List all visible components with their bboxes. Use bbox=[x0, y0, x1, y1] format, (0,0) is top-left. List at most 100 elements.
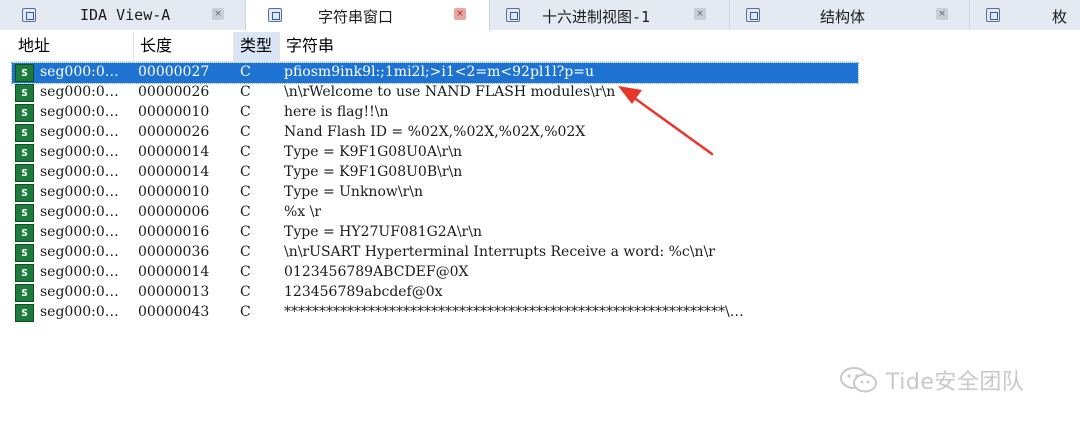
cell-address: seg000:0… bbox=[40, 204, 119, 220]
string-type-icon: s bbox=[15, 144, 34, 162]
tab-ida-view-a[interactable]: IDA View-A × bbox=[0, 0, 246, 30]
string-type-icon: s bbox=[15, 64, 34, 82]
cell-type: C bbox=[240, 164, 251, 180]
tab-structures[interactable]: 结构体 × bbox=[730, 0, 970, 30]
table-row[interactable]: s seg000:0… 00000014 C Type = K9F1G08U0B\r\n bbox=[12, 163, 858, 183]
string-type-icon: s bbox=[15, 184, 34, 202]
tab-label: 十六进制视图-1 bbox=[542, 8, 651, 26]
strings-table: 地址 长度 类型 字符串 s seg000:0… 00000027 Cpfiosm9i… bbox=[11, 32, 859, 323]
cell-string: %x \r bbox=[284, 204, 322, 220]
cell-string: Type = HY27UF081G2A\r\n bbox=[284, 224, 482, 240]
string-type-icon: s bbox=[15, 224, 34, 242]
cell-length: 00000010 bbox=[138, 104, 210, 120]
cell-string: 0123456789ABCDEF@0X bbox=[284, 264, 469, 280]
structs-icon bbox=[746, 8, 760, 22]
cell-address: seg000:0… bbox=[40, 264, 119, 280]
cell-string: here is flag!!\n bbox=[284, 104, 389, 120]
hex-icon bbox=[506, 8, 520, 22]
cell-type: C bbox=[240, 204, 251, 220]
column-header-address[interactable]: 地址 bbox=[12, 32, 134, 62]
cell-type: C bbox=[240, 64, 251, 80]
close-icon[interactable]: × bbox=[936, 8, 948, 20]
table-row[interactable]: s seg000:0… 00000014 C Type = K9F1G08U0A\r\n bbox=[12, 143, 858, 163]
string-type-icon: s bbox=[15, 264, 34, 282]
cell-type: C bbox=[240, 104, 251, 120]
cell-length: 00000026 bbox=[138, 124, 210, 140]
cell-address: seg000:0… bbox=[40, 144, 119, 160]
table-row[interactable]: s seg000:0… 00000010 C Type = Unknow\r\n bbox=[12, 183, 858, 203]
string-type-icon: s bbox=[15, 284, 34, 302]
cell-length: 00000014 bbox=[138, 264, 210, 280]
cell-length: 00000014 bbox=[138, 164, 210, 180]
close-icon[interactable]: × bbox=[454, 8, 466, 20]
cell-address: seg000:0… bbox=[40, 64, 119, 80]
cell-type: C bbox=[240, 244, 251, 260]
table-row[interactable]: s seg000:0… 00000006 C %x \r bbox=[12, 203, 858, 223]
string-type-icon: s bbox=[15, 104, 34, 122]
table-row[interactable]: s seg000:0… 00000027 Cpfiosm9ink9l:;1mi2l;>… bbox=[11, 62, 859, 84]
cell-address: seg000:0… bbox=[40, 224, 119, 240]
string-type-icon: s bbox=[15, 244, 34, 262]
table-row[interactable]: s seg000:0… 00000016 C Type = HY27UF081G2A\r… bbox=[12, 223, 858, 243]
cell-length: 00000010 bbox=[138, 184, 210, 200]
table-row[interactable]: s seg000:0… 00000014 C 0123456789ABCDEF@0X bbox=[12, 263, 858, 283]
tab-label: 枚 bbox=[1052, 8, 1068, 26]
column-header-length[interactable]: 长度 bbox=[134, 32, 234, 62]
cell-address: seg000:0… bbox=[40, 244, 119, 260]
table-body: s seg000:0… 00000027 Cpfiosm9ink9l:;1mi2l;>… bbox=[11, 62, 859, 323]
cell-string: pfiosm9ink9l:;1mi2l;>i1<2=m<92pl1l?p=u bbox=[284, 64, 594, 80]
cell-length: 00000036 bbox=[138, 244, 210, 260]
cell-address: seg000:0… bbox=[40, 164, 119, 180]
string-type-icon: s bbox=[15, 164, 34, 182]
cell-length: 00000026 bbox=[138, 84, 210, 100]
table-row[interactable]: s seg000:0… 00000036 C \n\rUSART Hypertermin… bbox=[12, 243, 858, 263]
table-row[interactable]: s seg000:0… 00000010 Chere is flag!!\n bbox=[12, 103, 858, 123]
string-type-icon: s bbox=[15, 204, 34, 222]
cell-type: C bbox=[240, 224, 251, 240]
column-header-type[interactable]: 类型 bbox=[234, 32, 280, 62]
tab-hex-view-1[interactable]: 十六进制视图-1 × bbox=[490, 0, 730, 30]
cell-type: C bbox=[240, 124, 251, 140]
watermark-text: Tide安全团队 bbox=[886, 370, 1025, 395]
table-header: 地址 长度 类型 字符串 bbox=[12, 32, 858, 62]
cell-length: 00000027 bbox=[138, 64, 210, 80]
cell-string: Type = K9F1G08U0A\r\n bbox=[284, 144, 463, 160]
strings-icon bbox=[268, 8, 282, 22]
cell-string: \n\rUSART Hyperterminal Interrupts Recei… bbox=[284, 244, 715, 260]
cell-string: 123456789abcdef@0x bbox=[284, 284, 443, 300]
table-row[interactable]: s seg000:0… 00000043 C *********************… bbox=[12, 303, 858, 323]
tab-enums[interactable]: 枚 bbox=[970, 0, 1080, 30]
cell-string: Type = Unknow\r\n bbox=[284, 184, 423, 200]
tab-label: IDA View-A bbox=[80, 6, 171, 24]
cell-type: C bbox=[240, 264, 251, 280]
watermark: Tide安全团队 bbox=[838, 362, 1024, 398]
tab-label: 结构体 bbox=[820, 8, 866, 26]
tab-label: 字符串窗口 bbox=[318, 8, 394, 26]
close-icon[interactable]: × bbox=[694, 8, 706, 20]
cell-type: C bbox=[240, 284, 251, 300]
cell-length: 00000043 bbox=[138, 304, 210, 320]
string-type-icon: s bbox=[15, 304, 34, 322]
table-row[interactable]: s seg000:0… 00000013 C 123456789abcdef@0x bbox=[12, 283, 858, 303]
cell-address: seg000:0… bbox=[40, 104, 119, 120]
table-row[interactable]: s seg000:0… 00000026 C \n\rWelcome to use NA… bbox=[12, 83, 858, 103]
column-header-string[interactable]: 字符串 bbox=[280, 32, 858, 62]
cell-length: 00000013 bbox=[138, 284, 210, 300]
tab-strings-window[interactable]: 字符串窗口 × bbox=[246, 0, 490, 31]
enums-icon bbox=[986, 8, 1000, 22]
close-icon[interactable]: × bbox=[212, 8, 224, 20]
cell-length: 00000016 bbox=[138, 224, 210, 240]
table-row[interactable]: s seg000:0… 00000026 C Nand Flash ID = %02X,… bbox=[12, 123, 858, 143]
annotation-arrow bbox=[618, 86, 714, 156]
string-type-icon: s bbox=[15, 124, 34, 142]
cell-length: 00000014 bbox=[138, 144, 210, 160]
cell-string: Nand Flash ID = %02X,%02X,%02X,%02X bbox=[284, 124, 586, 140]
wechat-logo-icon bbox=[840, 367, 877, 393]
cell-string: \n\rWelcome to use NAND FLASH modules\r\… bbox=[284, 84, 616, 100]
string-type-icon: s bbox=[15, 84, 34, 102]
cell-length: 00000006 bbox=[138, 204, 210, 220]
cell-address: seg000:0… bbox=[40, 84, 119, 100]
cell-type: C bbox=[240, 304, 251, 320]
cell-address: seg000:0… bbox=[40, 304, 119, 320]
cell-address: seg000:0… bbox=[40, 284, 119, 300]
